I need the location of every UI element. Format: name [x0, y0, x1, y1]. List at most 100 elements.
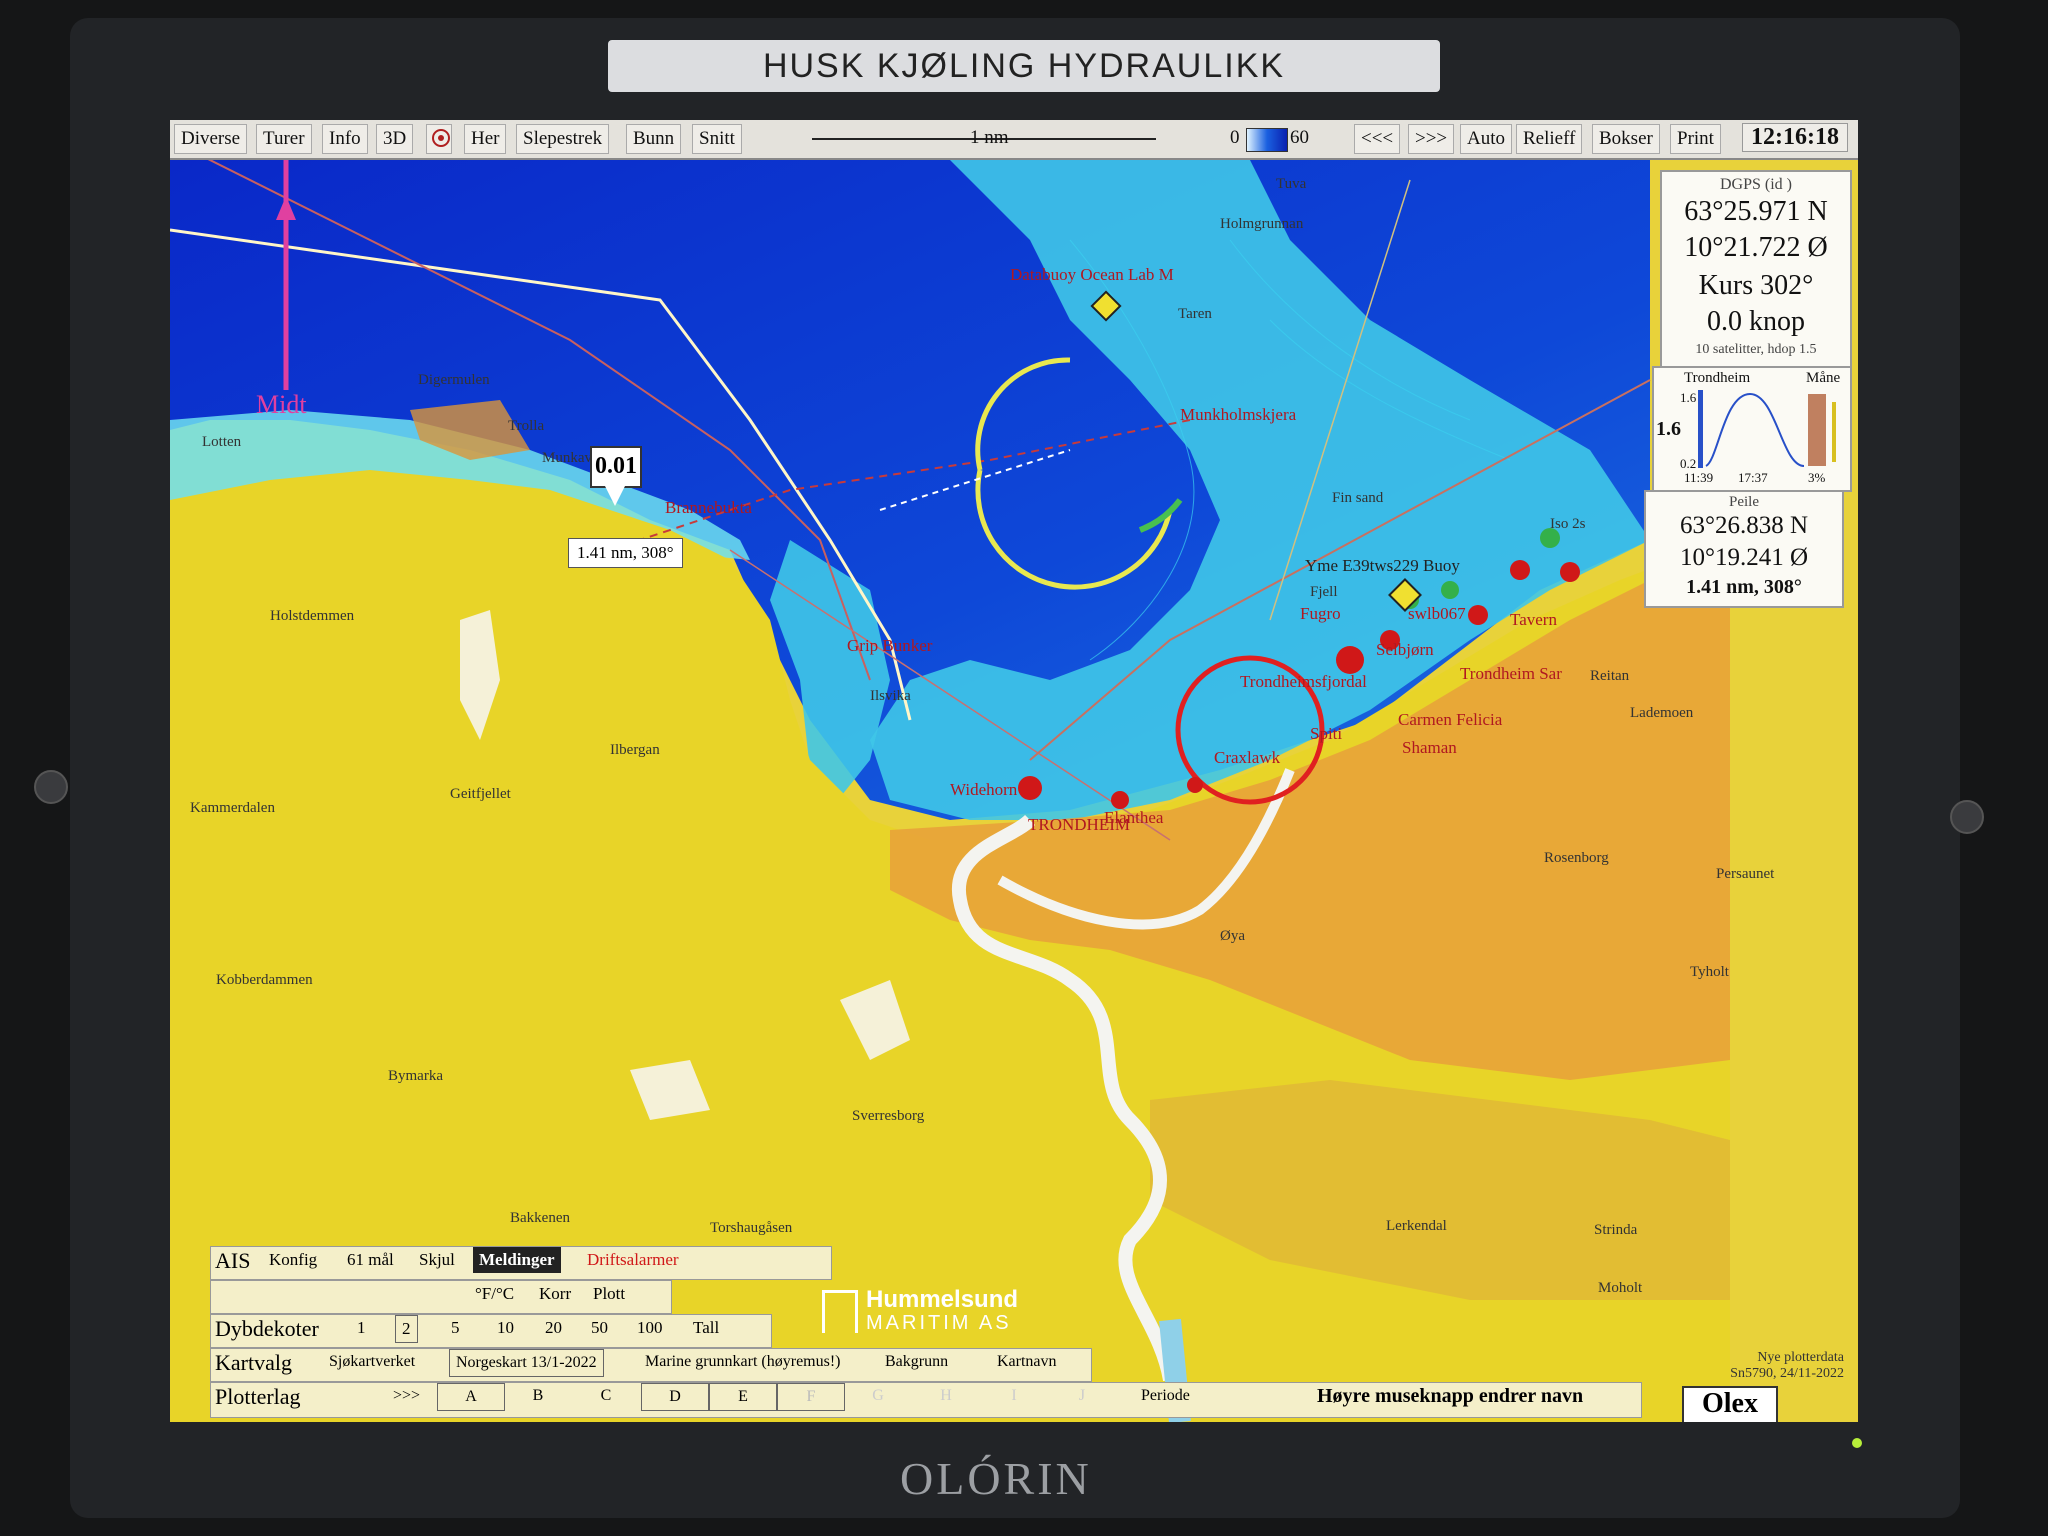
map-label: Tuva [1276, 176, 1307, 192]
bokser-button[interactable]: Bokser [1592, 124, 1660, 154]
driftsalarmer-button[interactable]: Driftsalarmer [581, 1247, 685, 1273]
ais-konfig-button[interactable]: Konfig [263, 1247, 323, 1273]
power-led [1852, 1438, 1862, 1448]
monitor-brand: OLÓRIN [900, 1453, 1092, 1504]
plotter-layer[interactable]: G [845, 1383, 911, 1409]
periode-button[interactable]: Periode [1135, 1383, 1196, 1409]
korr-button[interactable]: Korr [533, 1281, 577, 1307]
menu-3d[interactable]: 3D [376, 124, 414, 154]
course-readout: Kurs 302° [1698, 270, 1814, 301]
map-label: Bakkenen [510, 1210, 570, 1226]
map-label: Ilbergan [610, 742, 660, 758]
map-label: Tyholt [1690, 964, 1729, 980]
plotter-layer[interactable]: E [709, 1383, 777, 1411]
plotter-layer[interactable]: D [641, 1383, 709, 1411]
depth-min-label: 0 [1230, 127, 1240, 148]
ais-skjul-button[interactable]: Skjul [413, 1247, 461, 1273]
bezel-screw [34, 770, 68, 804]
depth-contour-option[interactable]: 2 [395, 1315, 418, 1343]
bearing-title: Peile [1729, 494, 1759, 510]
menu-snitt[interactable]: Snitt [692, 124, 742, 154]
map-label: Torshaugåsen [710, 1220, 793, 1236]
ais-meldinger-button[interactable]: Meldinger [473, 1247, 561, 1273]
plotter-layer[interactable]: H [913, 1383, 979, 1409]
waypoint-marker-value[interactable]: 0.01 [590, 446, 642, 488]
map-label: Trondheim Sar [1460, 664, 1562, 683]
map-label: Holmgrunnan [1220, 216, 1304, 232]
menu-diverse[interactable]: Diverse [174, 124, 248, 154]
map-label: Reitan [1590, 668, 1630, 684]
layer-hint: Høyre museknapp endrer navn [1317, 1385, 1584, 1407]
map-label: Øya [1220, 928, 1245, 944]
tide-time-1: 11:39 [1684, 470, 1714, 485]
depth-contour-option[interactable]: 1 [351, 1315, 372, 1341]
depth-color-scale [1246, 128, 1288, 152]
plotter-layer[interactable]: A [437, 1383, 505, 1411]
temp-unit-button[interactable]: °F/°C [469, 1281, 520, 1307]
depth-contour-option[interactable]: 100 [631, 1315, 669, 1341]
menu-slepestrek[interactable]: Slepestrek [516, 124, 610, 154]
satellite-status: 10 satelitter, hdop 1.5 [1695, 342, 1817, 357]
history-forward-button[interactable]: >>> [1408, 124, 1455, 154]
map-label: Fjell [1310, 584, 1338, 600]
plotter-layer[interactable]: B [505, 1383, 571, 1409]
gps-panel: DGPS (id ) 63°25.971 N 10°21.722 Ø Kurs … [1660, 170, 1852, 368]
plott-button[interactable]: Plott [587, 1281, 631, 1307]
chart-selection-row: Kartvalg Sjøkartverket Norgeskart 13/1-2… [210, 1348, 1092, 1382]
map-label: Carmen Felicia [1398, 710, 1503, 729]
chart-option-selected[interactable]: Norgeskart 13/1-2022 [449, 1349, 604, 1377]
relieff-button[interactable]: Relieff [1516, 124, 1583, 154]
chart-option[interactable]: Bakgrunn [879, 1349, 954, 1375]
depth-contour-option[interactable]: 5 [445, 1315, 466, 1341]
depth-contour-option[interactable]: 10 [491, 1315, 520, 1341]
ais-row: AIS Konfig 61 mål Skjul Meldinger Drifts… [210, 1246, 832, 1280]
layers-more-button[interactable]: >>> [387, 1383, 426, 1409]
map-label: Geitfjellet [450, 786, 511, 802]
plotter-layer[interactable]: C [573, 1383, 639, 1409]
monitor-label-strip: HUSK KJØLING HYDRAULIKK [608, 40, 1440, 92]
plotter-layer[interactable]: J [1049, 1383, 1115, 1409]
plotter-layer[interactable]: F [777, 1383, 845, 1411]
gps-latitude: 63°25.971 N [1684, 196, 1828, 227]
map-label: Digermulen [418, 372, 490, 388]
menu-info[interactable]: Info [322, 124, 368, 154]
map-label: Fin sand [1332, 490, 1384, 506]
depth-contour-option[interactable]: 20 [539, 1315, 568, 1341]
map-label: Moholt [1598, 1280, 1643, 1296]
gps-source: DGPS (id ) [1719, 176, 1792, 193]
menu-her[interactable]: Her [464, 124, 507, 154]
history-back-button[interactable]: <<< [1354, 124, 1401, 154]
chart-option[interactable]: Marine grunnkart (høyremus!) [639, 1349, 847, 1375]
map-label: Ilsvika [870, 688, 911, 704]
waypoint-pin-icon [604, 484, 626, 506]
moon-arrow-icon [1832, 402, 1836, 462]
map-label: Tavern [1510, 610, 1557, 629]
map-label: Kobberdammen [216, 972, 313, 988]
watermark-line2: MARITIM AS [866, 1312, 1012, 1334]
print-button[interactable]: Print [1670, 124, 1721, 154]
depth-contour-tall[interactable]: Tall [687, 1315, 725, 1341]
menu-turer[interactable]: Turer [256, 124, 312, 154]
menu-bunn[interactable]: Bunn [626, 124, 682, 154]
chart-option[interactable]: Kartnavn [991, 1349, 1063, 1375]
ais-targets-button[interactable]: 61 mål [341, 1247, 400, 1273]
map-label: Trondheimsfjordal [1240, 672, 1367, 691]
map-label: Databuoy Ocean Lab M [1010, 265, 1174, 284]
map-label: Strinda [1594, 1222, 1638, 1238]
depth-contour-option[interactable]: 50 [585, 1315, 614, 1341]
chart-option[interactable]: Sjøkartverket [323, 1349, 421, 1375]
clock: 12:16:18 [1742, 123, 1848, 152]
tide-time-2: 17:37 [1738, 470, 1768, 485]
map-label: Taren [1178, 306, 1212, 322]
map-label: Sverresborg [852, 1108, 925, 1124]
speed-readout: 0.0 knop [1707, 306, 1805, 337]
plotterlag-label: Plotterlag [215, 1384, 301, 1409]
map-label: Widehorn [950, 780, 1018, 799]
target-icon[interactable] [426, 124, 452, 154]
map-label: Munkav [542, 450, 592, 466]
auto-button[interactable]: Auto [1460, 124, 1512, 154]
map-label: Grip Bunker [847, 636, 933, 655]
plotter-layer[interactable]: I [981, 1383, 1047, 1409]
chart-plotter-screen: Databuoy Ocean Lab M Munkholmskjera Bran… [170, 120, 1858, 1422]
map-label: Iso 2s [1550, 516, 1586, 532]
